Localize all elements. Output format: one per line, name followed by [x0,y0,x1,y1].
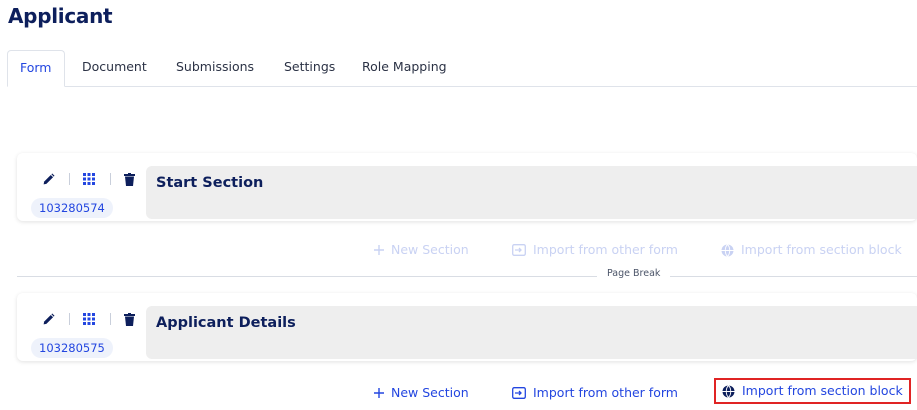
new-section-label: New Section [391,385,469,400]
import-section-block-label: Import from section block [742,383,903,398]
tab-submissions[interactable]: Submissions [176,50,254,86]
tab-role-mapping[interactable]: Role Mapping [362,50,447,86]
pencil-icon[interactable] [40,311,56,327]
toolbar-divider [69,173,70,185]
import-other-form-label: Import from other form [533,385,678,400]
pencil-icon[interactable] [40,171,56,187]
trash-icon[interactable] [121,171,137,187]
import-section-block-button[interactable]: Import from section block [721,240,902,260]
section-card: 103280575 Applicant Details [17,293,917,361]
plus-icon [374,388,384,398]
section-card: 103280574 Start Section [17,153,917,221]
section-title-field[interactable]: Start Section [146,166,917,219]
tab-bar: Form Document Submissions Settings Role … [7,50,917,87]
import-other-form-button[interactable]: Import from other form [512,240,678,260]
grid-drag-icon[interactable] [81,171,97,187]
import-section-block-button[interactable]: Import from section block [714,378,911,404]
new-section-button[interactable]: New Section [374,240,469,260]
import-other-form-label: Import from other form [533,242,678,257]
plus-icon [374,245,384,255]
tab-settings[interactable]: Settings [284,50,335,86]
toolbar-divider [110,313,111,325]
globe-icon [722,384,735,398]
section-title: Start Section [156,175,264,191]
new-section-button[interactable]: New Section [374,383,469,403]
toolbar-divider [69,313,70,325]
import-icon [512,387,526,399]
section-id-badge: 103280574 [31,198,113,218]
section-title-field[interactable]: Applicant Details [146,306,917,359]
globe-icon [721,243,734,257]
page-break-line [17,276,917,277]
import-section-block-label: Import from section block [741,242,902,257]
trash-icon[interactable] [121,311,137,327]
section-title: Applicant Details [156,315,296,331]
import-other-form-button[interactable]: Import from other form [512,383,678,403]
page-break-label: Page Break [597,268,671,279]
tab-form[interactable]: Form [7,50,65,87]
section-id-badge: 103280575 [31,338,113,358]
toolbar-divider [110,173,111,185]
import-icon [512,244,526,256]
grid-drag-icon[interactable] [81,311,97,327]
new-section-label: New Section [391,242,469,257]
tab-document[interactable]: Document [82,50,147,86]
page-title: Applicant [8,4,113,28]
